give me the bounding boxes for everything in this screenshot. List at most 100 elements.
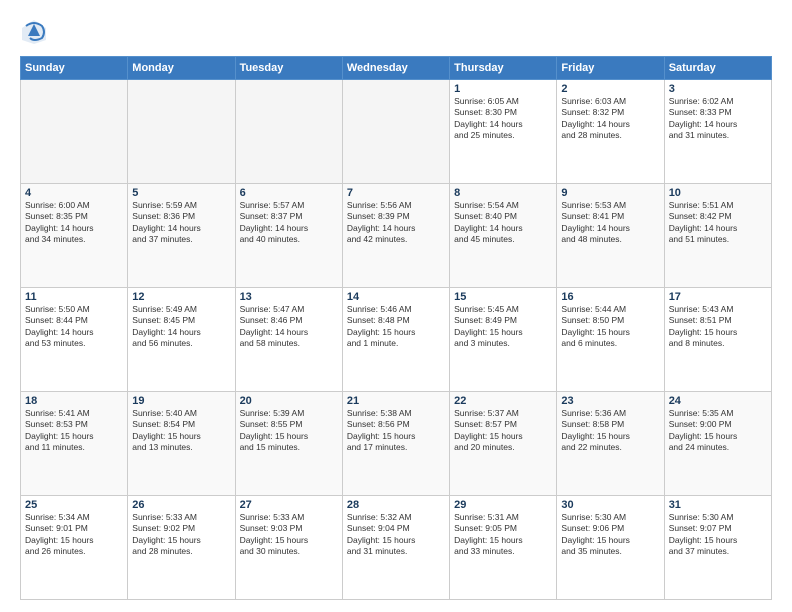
day-info: Sunrise: 5:37 AMSunset: 8:57 PMDaylight:…: [454, 408, 552, 454]
day-number: 7: [347, 187, 445, 199]
calendar-week-3: 11Sunrise: 5:50 AMSunset: 8:44 PMDayligh…: [21, 288, 772, 392]
calendar-week-1: 1Sunrise: 6:05 AMSunset: 8:30 PMDaylight…: [21, 80, 772, 184]
day-info: Sunrise: 5:57 AMSunset: 8:37 PMDaylight:…: [240, 200, 338, 246]
day-info: Sunrise: 5:45 AMSunset: 8:49 PMDaylight:…: [454, 304, 552, 350]
day-number: 12: [132, 291, 230, 303]
calendar-cell: 18Sunrise: 5:41 AMSunset: 8:53 PMDayligh…: [21, 392, 128, 496]
day-info: Sunrise: 6:05 AMSunset: 8:30 PMDaylight:…: [454, 96, 552, 142]
calendar-cell: 20Sunrise: 5:39 AMSunset: 8:55 PMDayligh…: [235, 392, 342, 496]
header: [20, 18, 772, 46]
weekday-header-wednesday: Wednesday: [342, 57, 449, 80]
calendar-week-4: 18Sunrise: 5:41 AMSunset: 8:53 PMDayligh…: [21, 392, 772, 496]
weekday-header-friday: Friday: [557, 57, 664, 80]
calendar-cell: 1Sunrise: 6:05 AMSunset: 8:30 PMDaylight…: [450, 80, 557, 184]
day-info: Sunrise: 5:36 AMSunset: 8:58 PMDaylight:…: [561, 408, 659, 454]
calendar-cell: 16Sunrise: 5:44 AMSunset: 8:50 PMDayligh…: [557, 288, 664, 392]
day-info: Sunrise: 6:02 AMSunset: 8:33 PMDaylight:…: [669, 96, 767, 142]
calendar-cell: [21, 80, 128, 184]
day-info: Sunrise: 5:43 AMSunset: 8:51 PMDaylight:…: [669, 304, 767, 350]
day-info: Sunrise: 5:41 AMSunset: 8:53 PMDaylight:…: [25, 408, 123, 454]
day-info: Sunrise: 5:33 AMSunset: 9:03 PMDaylight:…: [240, 512, 338, 558]
calendar-table: SundayMondayTuesdayWednesdayThursdayFrid…: [20, 56, 772, 600]
calendar-cell: 5Sunrise: 5:59 AMSunset: 8:36 PMDaylight…: [128, 184, 235, 288]
calendar-cell: 9Sunrise: 5:53 AMSunset: 8:41 PMDaylight…: [557, 184, 664, 288]
calendar-cell: 28Sunrise: 5:32 AMSunset: 9:04 PMDayligh…: [342, 496, 449, 600]
weekday-header-saturday: Saturday: [664, 57, 771, 80]
calendar-cell: [235, 80, 342, 184]
calendar-cell: 3Sunrise: 6:02 AMSunset: 8:33 PMDaylight…: [664, 80, 771, 184]
calendar-cell: [128, 80, 235, 184]
calendar-cell: 14Sunrise: 5:46 AMSunset: 8:48 PMDayligh…: [342, 288, 449, 392]
calendar-cell: 31Sunrise: 5:30 AMSunset: 9:07 PMDayligh…: [664, 496, 771, 600]
day-number: 31: [669, 499, 767, 511]
day-number: 13: [240, 291, 338, 303]
day-info: Sunrise: 5:34 AMSunset: 9:01 PMDaylight:…: [25, 512, 123, 558]
day-number: 15: [454, 291, 552, 303]
day-number: 11: [25, 291, 123, 303]
day-info: Sunrise: 5:35 AMSunset: 9:00 PMDaylight:…: [669, 408, 767, 454]
day-info: Sunrise: 5:50 AMSunset: 8:44 PMDaylight:…: [25, 304, 123, 350]
day-info: Sunrise: 5:38 AMSunset: 8:56 PMDaylight:…: [347, 408, 445, 454]
calendar-cell: 8Sunrise: 5:54 AMSunset: 8:40 PMDaylight…: [450, 184, 557, 288]
day-number: 2: [561, 83, 659, 95]
weekday-header-sunday: Sunday: [21, 57, 128, 80]
day-number: 6: [240, 187, 338, 199]
day-number: 21: [347, 395, 445, 407]
weekday-header-monday: Monday: [128, 57, 235, 80]
day-info: Sunrise: 5:30 AMSunset: 9:06 PMDaylight:…: [561, 512, 659, 558]
day-number: 16: [561, 291, 659, 303]
day-info: Sunrise: 5:31 AMSunset: 9:05 PMDaylight:…: [454, 512, 552, 558]
day-info: Sunrise: 5:33 AMSunset: 9:02 PMDaylight:…: [132, 512, 230, 558]
day-number: 5: [132, 187, 230, 199]
day-number: 3: [669, 83, 767, 95]
weekday-header-tuesday: Tuesday: [235, 57, 342, 80]
day-number: 8: [454, 187, 552, 199]
calendar-cell: 12Sunrise: 5:49 AMSunset: 8:45 PMDayligh…: [128, 288, 235, 392]
day-number: 27: [240, 499, 338, 511]
calendar-cell: 29Sunrise: 5:31 AMSunset: 9:05 PMDayligh…: [450, 496, 557, 600]
calendar-cell: 11Sunrise: 5:50 AMSunset: 8:44 PMDayligh…: [21, 288, 128, 392]
day-info: Sunrise: 5:44 AMSunset: 8:50 PMDaylight:…: [561, 304, 659, 350]
day-info: Sunrise: 5:59 AMSunset: 8:36 PMDaylight:…: [132, 200, 230, 246]
day-info: Sunrise: 5:32 AMSunset: 9:04 PMDaylight:…: [347, 512, 445, 558]
day-info: Sunrise: 5:51 AMSunset: 8:42 PMDaylight:…: [669, 200, 767, 246]
day-number: 19: [132, 395, 230, 407]
day-number: 14: [347, 291, 445, 303]
day-info: Sunrise: 5:49 AMSunset: 8:45 PMDaylight:…: [132, 304, 230, 350]
day-info: Sunrise: 5:47 AMSunset: 8:46 PMDaylight:…: [240, 304, 338, 350]
day-number: 4: [25, 187, 123, 199]
day-number: 9: [561, 187, 659, 199]
day-info: Sunrise: 5:53 AMSunset: 8:41 PMDaylight:…: [561, 200, 659, 246]
calendar-cell: 19Sunrise: 5:40 AMSunset: 8:54 PMDayligh…: [128, 392, 235, 496]
day-info: Sunrise: 5:40 AMSunset: 8:54 PMDaylight:…: [132, 408, 230, 454]
day-info: Sunrise: 5:46 AMSunset: 8:48 PMDaylight:…: [347, 304, 445, 350]
day-number: 22: [454, 395, 552, 407]
day-number: 26: [132, 499, 230, 511]
day-number: 18: [25, 395, 123, 407]
calendar-cell: 13Sunrise: 5:47 AMSunset: 8:46 PMDayligh…: [235, 288, 342, 392]
calendar-cell: 22Sunrise: 5:37 AMSunset: 8:57 PMDayligh…: [450, 392, 557, 496]
logo-icon: [20, 18, 48, 46]
day-number: 1: [454, 83, 552, 95]
day-info: Sunrise: 5:54 AMSunset: 8:40 PMDaylight:…: [454, 200, 552, 246]
day-number: 23: [561, 395, 659, 407]
page: SundayMondayTuesdayWednesdayThursdayFrid…: [0, 0, 792, 612]
day-number: 17: [669, 291, 767, 303]
day-number: 24: [669, 395, 767, 407]
weekday-header-thursday: Thursday: [450, 57, 557, 80]
calendar-cell: 24Sunrise: 5:35 AMSunset: 9:00 PMDayligh…: [664, 392, 771, 496]
day-number: 25: [25, 499, 123, 511]
day-info: Sunrise: 5:56 AMSunset: 8:39 PMDaylight:…: [347, 200, 445, 246]
calendar-cell: 26Sunrise: 5:33 AMSunset: 9:02 PMDayligh…: [128, 496, 235, 600]
calendar-cell: 27Sunrise: 5:33 AMSunset: 9:03 PMDayligh…: [235, 496, 342, 600]
day-info: Sunrise: 6:03 AMSunset: 8:32 PMDaylight:…: [561, 96, 659, 142]
calendar-cell: 2Sunrise: 6:03 AMSunset: 8:32 PMDaylight…: [557, 80, 664, 184]
calendar-cell: 23Sunrise: 5:36 AMSunset: 8:58 PMDayligh…: [557, 392, 664, 496]
calendar-cell: 15Sunrise: 5:45 AMSunset: 8:49 PMDayligh…: [450, 288, 557, 392]
calendar-cell: [342, 80, 449, 184]
calendar-cell: 6Sunrise: 5:57 AMSunset: 8:37 PMDaylight…: [235, 184, 342, 288]
calendar-week-2: 4Sunrise: 6:00 AMSunset: 8:35 PMDaylight…: [21, 184, 772, 288]
day-number: 29: [454, 499, 552, 511]
calendar-header-row: SundayMondayTuesdayWednesdayThursdayFrid…: [21, 57, 772, 80]
day-number: 20: [240, 395, 338, 407]
